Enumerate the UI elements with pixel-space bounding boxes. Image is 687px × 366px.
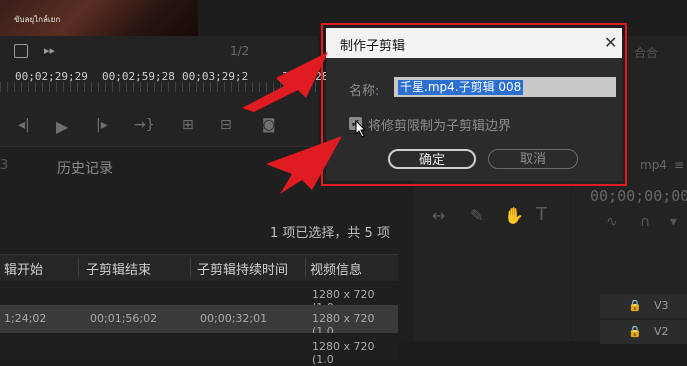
marker-add-icon[interactable]: ▾ [670, 214, 677, 230]
selection-info: 1 项已选择，共 5 项 [270, 226, 390, 241]
program-timecode: 00;00;00;00 [590, 187, 687, 205]
track-v3[interactable]: 🔒 V3 [600, 294, 687, 318]
snap-icon[interactable]: ∿ [606, 214, 618, 230]
program-tab[interactable]: mp4 [640, 158, 667, 172]
column-header[interactable]: 子剪辑结束 [86, 259, 151, 278]
thumbnail-caption: ขับลยุไกล์เยก [14, 15, 61, 24]
step-forward-icon[interactable]: |▸ [96, 117, 108, 133]
marker-icon[interactable] [14, 44, 28, 58]
overwrite-icon[interactable]: ⊟ [220, 117, 232, 133]
link-icon[interactable]: ∩ [640, 214, 650, 230]
tab-number[interactable]: 3 [0, 158, 8, 173]
cell: 00;00;32;01 [200, 312, 268, 325]
lock-icon[interactable]: 🔒 [628, 325, 642, 338]
menu-icon[interactable]: ≡ [674, 158, 684, 172]
hand-icon[interactable]: ✋ [504, 206, 524, 225]
tab-history[interactable]: 历史记录 [57, 158, 113, 178]
annotation-arrow-icon [242, 52, 328, 112]
highlight-border [321, 23, 627, 186]
cell: 00;01;56;02 [90, 312, 158, 325]
pen-icon[interactable]: ✎ [470, 206, 483, 225]
type-tool-icon[interactable]: T [536, 204, 547, 225]
play-icon[interactable]: ▶ [56, 117, 68, 136]
go-to-out-icon[interactable]: →} [134, 117, 155, 133]
right-tab-label[interactable]: 合合 [634, 44, 658, 61]
step-back-icon[interactable]: ◂| [18, 117, 30, 133]
track-label: V2 [654, 325, 669, 338]
track-label: V3 [654, 299, 669, 312]
annotation-arrow-icon [266, 136, 342, 194]
column-header[interactable]: 子剪辑持续时间 [197, 259, 288, 278]
lock-icon[interactable]: 🔒 [628, 299, 642, 312]
table-row[interactable]: 1280 x 720 (1.0 [0, 333, 398, 366]
cell: 1280 x 720 (1.0 [312, 340, 375, 366]
column-header[interactable]: 辑开始 [4, 259, 43, 278]
ripple-edit-icon[interactable]: ↔ [432, 206, 445, 225]
column-header[interactable]: 视频信息 [310, 259, 362, 278]
track-v2[interactable]: 🔒 V2 [600, 320, 687, 344]
drag-video-icon[interactable]: ▸▸ [44, 44, 55, 57]
table-header: 辑开始 子剪辑结束 子剪辑持续时间 视频信息 [0, 254, 398, 282]
table-row[interactable]: 1;24;02 00;01;56;02 00;00;32;01 1280 x 7… [0, 305, 398, 338]
mouse-cursor-icon [355, 120, 367, 138]
cell: 1;24;02 [4, 312, 47, 325]
insert-icon[interactable]: ⊞ [182, 117, 194, 133]
